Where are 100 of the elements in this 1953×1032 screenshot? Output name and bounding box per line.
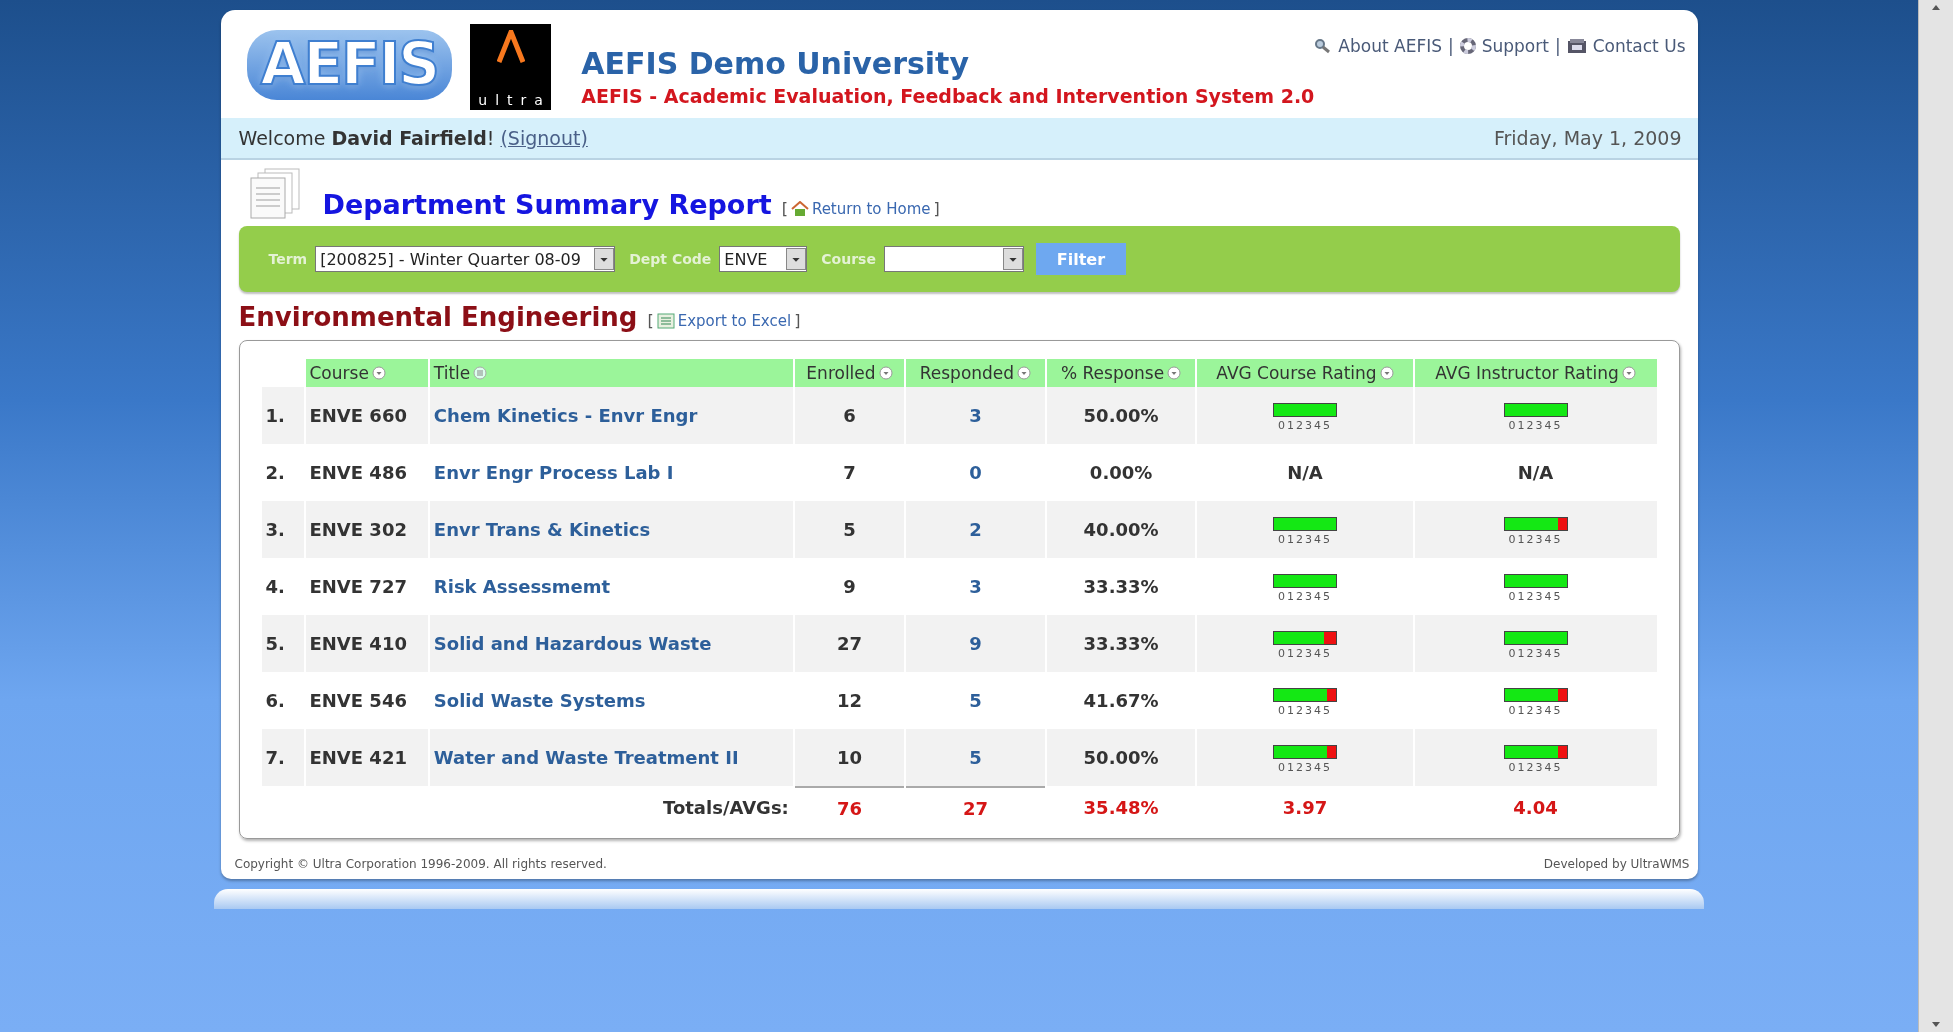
row-number: 7. <box>264 746 286 770</box>
filter-select[interactable]: [200825] - Winter Quarter 08-09 <box>315 246 616 272</box>
rating-scale: 012345 <box>1508 704 1563 717</box>
row-number: 2. <box>264 461 286 485</box>
enrolled-cell-text: 7 <box>842 461 857 485</box>
enrolled-cell-text: 10 <box>835 746 863 770</box>
column-header[interactable]: Course <box>305 359 428 387</box>
rating-bar <box>1503 745 1568 759</box>
column-header[interactable]: AVG Instructor Rating <box>1414 359 1657 387</box>
column-header[interactable]: % Response <box>1046 359 1196 387</box>
lifebuoy-icon <box>1459 38 1476 54</box>
response-cell-text: 50.00% <box>1082 404 1160 428</box>
header-link[interactable]: Support <box>1481 36 1549 56</box>
separator: | <box>1554 36 1561 56</box>
sort-icon[interactable] <box>1379 366 1394 380</box>
welcome-text: Welcome David Fairfield! <box>238 127 495 149</box>
row-number: 5. <box>264 632 286 656</box>
course-code: ENVE 660 <box>308 404 408 428</box>
partner-logo: ultra <box>470 24 552 110</box>
rating-bar <box>1273 574 1337 588</box>
department-title: Environmental Engineering <box>238 302 638 332</box>
response-cell-text: 33.33% <box>1082 575 1160 599</box>
column-header[interactable]: Enrolled <box>794 359 905 387</box>
search-icon <box>1314 38 1333 54</box>
course-code: ENVE 486 <box>308 461 408 485</box>
rating-bar <box>1273 631 1337 645</box>
row-number: 3. <box>264 518 286 542</box>
header-link[interactable]: About AEFIS <box>1338 36 1442 56</box>
date-text: Friday, May 1, 2009 <box>1494 127 1682 149</box>
total-cell: 76 <box>794 786 905 828</box>
response-cell-text: 41.67% <box>1082 689 1160 713</box>
rating-bar <box>1503 631 1568 645</box>
responded-cell-text: 3 <box>968 575 983 599</box>
enrolled-cell-text: 5 <box>842 518 857 542</box>
header-link[interactable]: Contact Us <box>1592 36 1686 56</box>
course-title-link[interactable]: Solid Waste Systems <box>433 690 646 711</box>
signout-link[interactable]: (Signout) <box>500 127 588 149</box>
course-title-link[interactable]: Envr Trans & Kinetics <box>433 519 651 540</box>
course-title-link[interactable]: Risk Assessmemt <box>433 576 611 597</box>
rating-scale: 012345 <box>1278 704 1332 717</box>
rating-bar <box>1273 745 1337 759</box>
sort-icon[interactable] <box>1017 366 1032 380</box>
response-cell-text: 33.33% <box>1082 632 1160 656</box>
column-header[interactable]: Title <box>429 359 793 387</box>
filter-select[interactable] <box>883 246 1024 272</box>
course-title-link[interactable]: Envr Engr Process Lab I <box>433 462 674 483</box>
bracket: ] <box>933 199 940 218</box>
logo: AEFIS <box>246 30 452 100</box>
filter-label: Dept Code <box>629 251 712 267</box>
totals-label: Totals/AVGs: <box>662 795 790 820</box>
filter-select[interactable]: ENVE <box>719 246 808 272</box>
rating-bar <box>1503 517 1568 531</box>
row-number: 1. <box>264 404 286 428</box>
rating-scale: 012345 <box>1278 533 1332 546</box>
sort-icon[interactable] <box>878 366 893 380</box>
rating-bar <box>1503 403 1568 417</box>
separator: | <box>1447 36 1454 56</box>
responded-cell-text: 3 <box>968 404 983 428</box>
scrollbar[interactable] <box>1918 0 1953 1032</box>
course-code: ENVE 727 <box>308 575 408 599</box>
home-link[interactable]: Return to Home <box>811 199 931 218</box>
total-cell: 27 <box>906 786 1045 828</box>
enrolled-cell-text: 27 <box>835 632 863 656</box>
responded-cell-text: 9 <box>968 632 983 656</box>
column-header[interactable]: AVG Course Rating <box>1197 359 1413 387</box>
rating-bar <box>1273 517 1337 531</box>
enrolled-cell-text: 9 <box>842 575 857 599</box>
rating-bar <box>1273 688 1337 702</box>
course-title-link[interactable]: Water and Waste Treatment II <box>433 747 739 768</box>
course-code: ENVE 546 <box>308 689 408 713</box>
rating-text: N/A <box>1287 462 1323 483</box>
export-link[interactable]: Export to Excel <box>677 311 792 330</box>
bracket: [ <box>647 311 654 330</box>
column-header[interactable]: Responded <box>906 359 1045 387</box>
rating-scale: 012345 <box>1508 761 1563 774</box>
response-cell-text: 50.00% <box>1082 746 1160 770</box>
bracket: [ <box>781 199 788 218</box>
responded-cell-text: 5 <box>968 689 983 713</box>
phone-icon <box>1566 38 1587 54</box>
rating-scale: 012345 <box>1508 647 1563 660</box>
enrolled-cell-text: 12 <box>835 689 863 713</box>
bracket: ] <box>794 311 801 330</box>
site-subtitle: AEFIS - Academic Evaluation, Feedback and Intervention System 2.0 <box>581 85 1315 107</box>
rating-scale: 012345 <box>1278 419 1332 432</box>
course-title-link[interactable]: Chem Kinetics - Envr Engr <box>433 405 698 426</box>
row-number: 4. <box>264 575 286 599</box>
total-cell-text: 4.04 <box>1512 795 1559 820</box>
sort-icon[interactable] <box>371 366 386 380</box>
row-number: 6. <box>264 689 286 713</box>
house-icon <box>790 200 809 217</box>
course-title-link[interactable]: Solid and Hazardous Waste <box>433 633 712 654</box>
course-code: ENVE 421 <box>308 746 408 770</box>
sort-icon[interactable] <box>1621 366 1636 380</box>
rating-bar <box>1273 403 1337 417</box>
rating-scale: 012345 <box>1508 590 1563 603</box>
filter-label: Term <box>268 251 308 267</box>
sort-icon[interactable] <box>1167 366 1182 380</box>
rating-scale: 012345 <box>1278 761 1332 774</box>
rating-scale: 012345 <box>1278 590 1332 603</box>
spreadsheet-icon <box>656 312 675 329</box>
